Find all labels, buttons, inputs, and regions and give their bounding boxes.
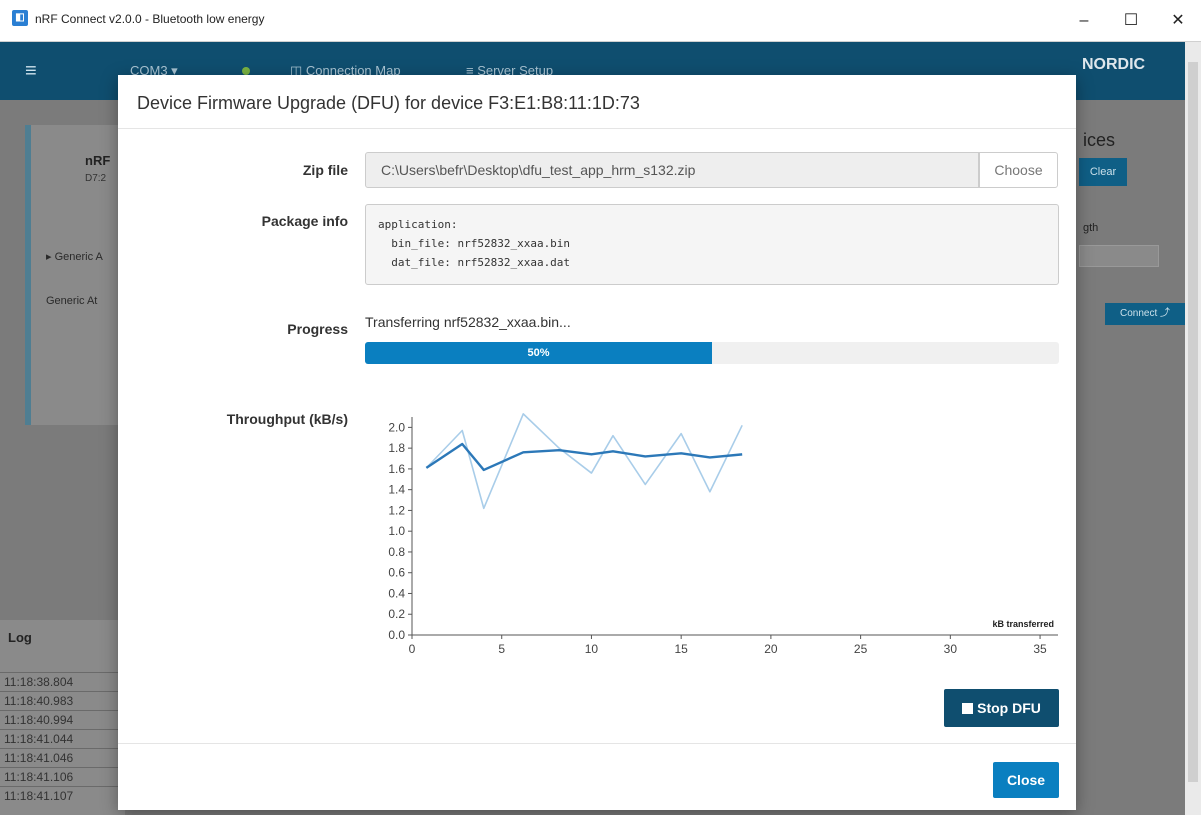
choose-button[interactable]: Choose [979, 152, 1058, 188]
dfu-dialog: Device Firmware Upgrade (DFU) for device… [118, 75, 1076, 810]
y-tick-label: 0.8 [388, 545, 405, 559]
log-row: 11:18:41.107 [0, 786, 125, 805]
nordic-logo: NORDIC [1082, 56, 1146, 73]
x-tick-label: 5 [498, 642, 505, 656]
progress-fill: 50% [365, 342, 712, 364]
vertical-scrollbar[interactable] [1185, 42, 1201, 815]
log-panel: Log 11:18:38.804 11:18:40.983 11:18:40.9… [0, 620, 125, 815]
log-row: 11:18:40.994 [0, 710, 125, 729]
log-row: 11:18:41.046 [0, 748, 125, 767]
device-card: nRF D7:2 ▸ Generic A Generic At [25, 125, 130, 425]
series-line-average [425, 442, 743, 472]
progress-label: Progress [287, 321, 348, 337]
device-name: nRF [85, 153, 111, 168]
progress-bar: 50% [365, 342, 1059, 364]
zip-file-label: Zip file [302, 162, 348, 178]
x-tick-label: 35 [1033, 642, 1047, 656]
throughput-chart: 0.0 0.2 0.4 0.6 0.8 1.0 1.2 1.4 1.6 1.8 2.0 0 5 10 15 2… [388, 413, 1058, 656]
dialog-header: Device Firmware Upgrade (DFU) for device… [118, 75, 1076, 129]
x-tick-label: 0 [409, 642, 416, 656]
y-tick-label: 1.2 [388, 503, 405, 517]
zip-file-field[interactable]: C:\Users\befr\Desktop\dfu_test_app_hrm_s… [365, 152, 979, 188]
menu-icon[interactable]: ≡ [25, 60, 37, 83]
stop-dfu-label: Stop DFU [977, 700, 1041, 716]
x-axis-label: kB transferred [992, 619, 1054, 629]
minimize-button[interactable]: – [1066, 8, 1102, 34]
service-item[interactable]: Generic At [46, 295, 97, 307]
close-button[interactable]: Close [993, 762, 1059, 798]
series-line-raw [425, 413, 743, 510]
app-icon: ◧ [12, 10, 28, 26]
maximize-button[interactable]: ☐ [1113, 8, 1149, 34]
progress-status: Transferring nrf52832_xxaa.bin... [365, 314, 571, 330]
filter-input[interactable] [1079, 245, 1159, 267]
x-tick-label: 10 [585, 642, 599, 656]
y-tick-label: 1.0 [388, 524, 405, 538]
service-item[interactable]: ▸ Generic A [46, 250, 103, 263]
device-address: D7:2 [85, 173, 107, 184]
y-tick-label: 0.0 [388, 628, 405, 642]
stop-icon [962, 703, 974, 714]
throughput-label: Throughput (kB/s) [226, 411, 348, 427]
x-tick-label: 30 [944, 642, 958, 656]
filter-label: gth [1083, 222, 1099, 234]
scrollbar-thumb[interactable] [1188, 62, 1198, 782]
x-tick-label: 20 [764, 642, 778, 656]
x-tick-label: 25 [854, 642, 868, 656]
y-tick-label: 0.4 [388, 586, 405, 600]
log-row: 11:18:38.804 [0, 672, 125, 691]
log-row: 11:18:41.106 [0, 767, 125, 786]
log-row: 11:18:40.983 [0, 691, 125, 710]
package-info-box: application: bin_file: nrf52832_xxaa.bin… [365, 204, 1059, 285]
window-close-button[interactable]: ✕ [1160, 8, 1196, 34]
y-tick-label: 1.6 [388, 462, 405, 476]
panel-heading: ices [1083, 130, 1116, 150]
y-tick-label: 0.6 [388, 566, 405, 580]
clear-button[interactable]: Clear [1079, 158, 1127, 186]
window-titlebar: ◧ nRF Connect v2.0.0 - Bluetooth low ene… [0, 0, 1201, 42]
stop-dfu-button[interactable]: Stop DFU [944, 689, 1059, 727]
log-row: 11:18:41.044 [0, 729, 125, 748]
log-title: Log [8, 630, 32, 645]
y-tick-label: 0.2 [388, 607, 405, 621]
y-tick-label: 1.4 [388, 483, 405, 497]
window-title: nRF Connect v2.0.0 - Bluetooth low energ… [35, 12, 265, 26]
package-info-label: Package info [261, 213, 348, 229]
y-tick-label: 2.0 [388, 420, 405, 434]
dialog-footer: Close [118, 743, 1076, 810]
dialog-title: Device Firmware Upgrade (DFU) for device… [137, 93, 640, 113]
connection-status-icon [242, 67, 250, 75]
y-tick-label: 1.8 [388, 441, 405, 455]
connect-button[interactable]: Connect ⤴ [1105, 303, 1185, 325]
discovered-devices-panel: ices Clear gth Connect ⤴ [1075, 100, 1201, 815]
x-tick-label: 15 [674, 642, 688, 656]
